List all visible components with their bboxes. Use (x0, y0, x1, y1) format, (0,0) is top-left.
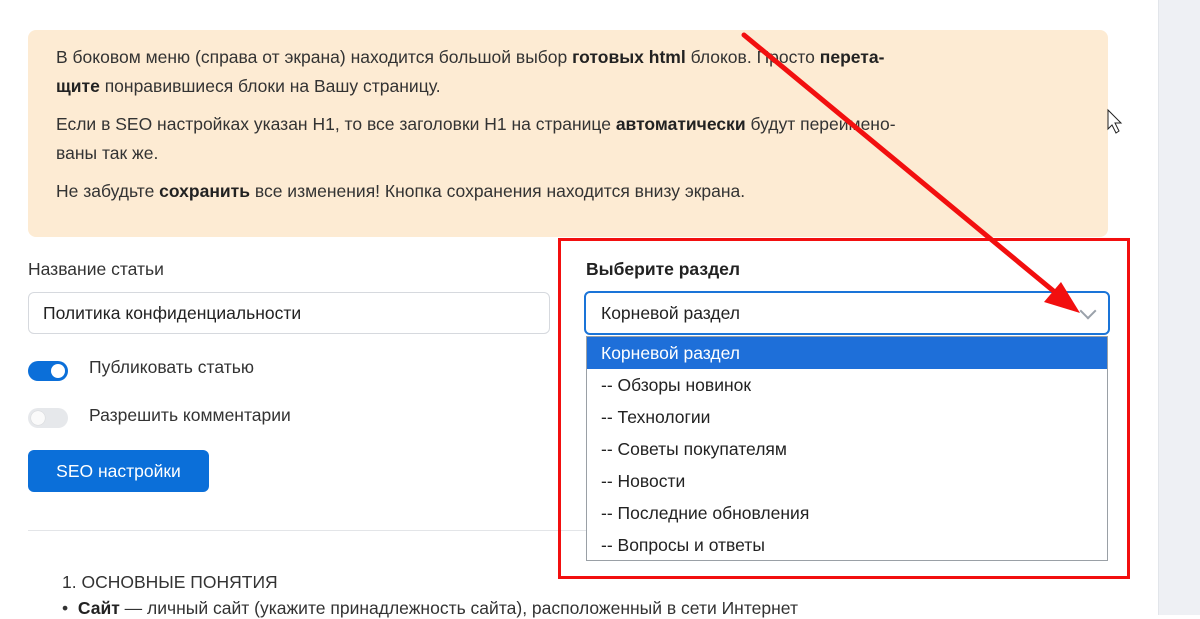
info-text-run: все изменения! Кнопка сохранения находит… (249, 181, 746, 201)
info-text-run: Не забудьте (56, 181, 160, 201)
toggle-knob (31, 411, 45, 425)
chevron-down-icon[interactable] (1079, 302, 1097, 320)
info-text-run: сохранить (159, 181, 250, 201)
article-title-label: Название статьи (28, 259, 164, 279)
bullet-dot: • (62, 598, 78, 618)
section-option[interactable]: -- Новости (587, 465, 1107, 497)
comments-toggle[interactable] (28, 408, 68, 428)
content-bullet: • Сайт — личный сайт (укажите принадлежн… (62, 598, 798, 619)
section-select[interactable]: Корневой раздел (584, 291, 1110, 335)
section-option[interactable]: -- Обзоры новинок (587, 369, 1107, 401)
info-text-run: понравившиеся блоки на Вашу страницу. (99, 76, 441, 96)
info-text-run: Если в SEO настройках указан H1, то все … (56, 114, 616, 134)
info-text-run: автоматически (615, 114, 746, 134)
article-title-input[interactable]: Политика конфиденциальности (28, 292, 550, 334)
publish-toggle-label: Публиковать статью (89, 357, 254, 377)
section-dropdown-list: Корневой раздел -- Обзоры новинок -- Техно… (586, 336, 1108, 561)
info-paragraph-2: Если в SEO настройках указан H1, то все … (56, 110, 1080, 168)
info-text-run: В боковом меню (справа от экрана) находи… (56, 47, 573, 67)
section-option[interactable]: -- Технологии (587, 401, 1107, 433)
publish-toggle[interactable] (28, 361, 68, 381)
comments-toggle-label: Разрешить комментарии (89, 405, 291, 425)
info-notice: В боковом меню (справа от экрана) находи… (28, 30, 1108, 237)
section-option[interactable]: -- Советы покупателям (587, 433, 1107, 465)
section-option[interactable]: -- Последние обновления (587, 497, 1107, 529)
section-select-value: Корневой раздел (601, 303, 741, 323)
info-text-run: перета- (819, 47, 885, 67)
section-option[interactable]: -- Вопросы и ответы (587, 529, 1107, 561)
bullet-term: Сайт (77, 598, 120, 618)
info-text-run: щите (56, 76, 100, 96)
section-select-label: Выберите раздел (586, 259, 741, 279)
info-paragraph-3: Не забудьте сохранить все изменения! Кно… (56, 177, 1080, 206)
section-option[interactable]: Корневой раздел (587, 337, 1107, 369)
content-heading: 1. ОСНОВНЫЕ ПОНЯТИЯ (62, 572, 278, 592)
info-text-run: будут переимено- (745, 114, 896, 134)
toggle-knob (51, 364, 65, 378)
seo-settings-button[interactable]: SEO настройки (28, 450, 209, 492)
info-text-run: готовых html (572, 47, 686, 67)
info-text-run: ваны так же. (56, 143, 159, 163)
right-sidebar-strip (1158, 0, 1200, 615)
info-paragraph-1: В боковом меню (справа от экрана) находи… (56, 43, 1080, 101)
info-text-run: блоков. Просто (685, 47, 820, 67)
bullet-text: — личный сайт (укажите принадлежность са… (119, 598, 798, 618)
